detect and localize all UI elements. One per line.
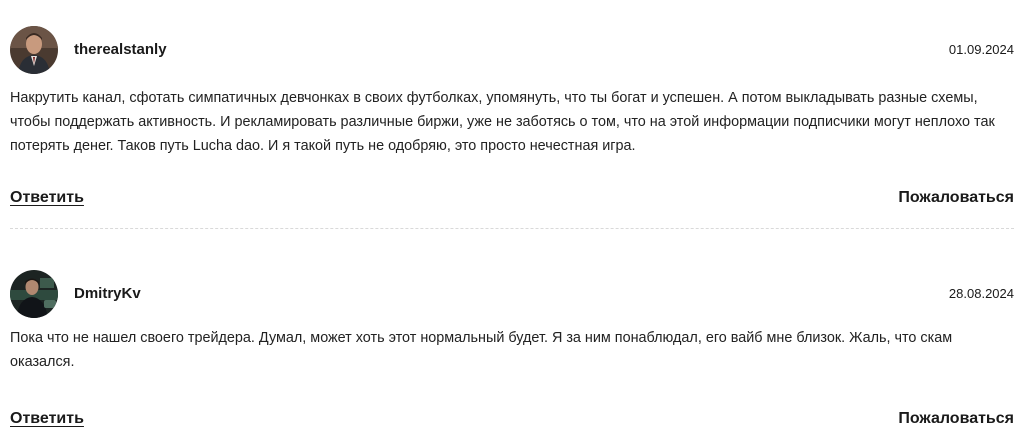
report-link[interactable]: Пожаловаться	[898, 189, 1014, 207]
reply-link[interactable]: Ответить	[10, 410, 84, 428]
comment-actions: Ответить Пожаловаться	[10, 410, 1014, 432]
username[interactable]: therealstanly	[74, 40, 167, 60]
comment-header: DmitryKv 28.08.2024	[10, 270, 1014, 318]
comment: therealstanly 01.09.2024 Накрутить канал…	[10, 26, 1014, 206]
comment: DmitryKv 28.08.2024 Пока что не нашел св…	[10, 270, 1014, 427]
comment-divider	[10, 228, 1014, 229]
avatar[interactable]	[10, 270, 58, 318]
comment-text: Пока что не нашел своего трейдера. Думал…	[10, 330, 953, 370]
comment-actions: Ответить Пожаловаться	[10, 189, 1014, 211]
comment-date: 28.08.2024	[948, 286, 1014, 301]
avatar[interactable]	[10, 26, 58, 74]
username[interactable]: DmitryKv	[74, 284, 141, 304]
comment-text: Накрутить канал, сфотать симпатичных дев…	[10, 90, 995, 154]
reply-link[interactable]: Ответить	[10, 189, 84, 207]
comment-date: 01.09.2024	[948, 42, 1014, 57]
report-link[interactable]: Пожаловаться	[898, 410, 1014, 428]
comment-header: therealstanly 01.09.2024	[10, 26, 1014, 74]
